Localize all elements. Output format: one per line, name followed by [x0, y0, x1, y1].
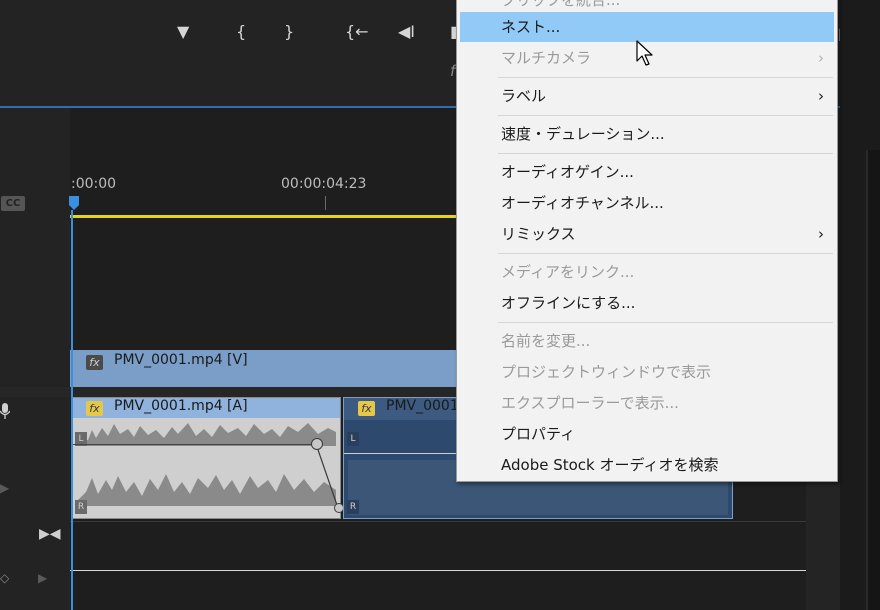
expand-arrow-icon[interactable]: ▶: [38, 571, 47, 585]
step-back-icon[interactable]: ◀I: [398, 20, 415, 44]
side-panel-inner: [866, 150, 880, 610]
channel-label: R: [75, 500, 87, 514]
playhead-line[interactable]: [71, 210, 73, 610]
ruler-timecode-mid: 00:00:04:23: [281, 176, 367, 192]
menu-item-rename: 名前を変更...: [501, 332, 591, 350]
waveform-left: [78, 423, 336, 446]
menu-separator: [498, 153, 833, 154]
audio-clip-selected[interactable]: fx PMV_0001.mp4 [A] L R: [71, 397, 341, 519]
keyframe-handle[interactable]: [311, 438, 323, 450]
fx-badge: fx: [86, 355, 103, 370]
track-divider: [70, 521, 806, 522]
menu-item-properties[interactable]: プロパティ: [460, 419, 834, 449]
video-clip[interactable]: fx PMV_0001.mp4 [V]: [70, 350, 460, 387]
mouse-cursor-icon: [636, 40, 653, 66]
marker-icon[interactable]: ▼: [177, 20, 189, 44]
keyframe-icon[interactable]: ◇: [0, 571, 9, 585]
menu-item-adobe-stock-audio[interactable]: Adobe Stock オーディオを検索: [460, 450, 834, 480]
audio-track-rubber-band: [70, 570, 806, 571]
menu-item-nest[interactable]: ネスト...: [460, 12, 834, 42]
mark-in-icon[interactable]: {: [236, 20, 246, 44]
menu-item-remix[interactable]: リミックス ›: [460, 219, 834, 249]
fx-badge: fx: [358, 401, 375, 416]
menu-separator: [498, 253, 833, 254]
submenu-arrow-icon: ›: [818, 225, 824, 243]
menu-item-audio-channels[interactable]: オーディオチャンネル...: [460, 188, 834, 218]
ruler-timecode-start: :00:00: [71, 176, 117, 192]
menu-item-reveal-in-project: プロジェクトウィンドウで表示: [501, 363, 712, 381]
ruler-tick: [325, 196, 326, 210]
submenu-arrow-icon: ›: [818, 49, 824, 67]
go-to-in-icon[interactable]: {←: [345, 20, 369, 44]
submenu-arrow-icon: ›: [818, 87, 824, 105]
mark-out-icon[interactable]: }: [284, 20, 294, 44]
video-clip-label: PMV_0001.mp4 [V]: [114, 352, 248, 368]
channel-label: R: [347, 500, 359, 514]
transition-icon[interactable]: ▶◀: [39, 526, 61, 542]
menu-item-audio-gain[interactable]: オーディオゲイン...: [460, 157, 834, 187]
microphone-icon[interactable]: [0, 402, 10, 420]
partial-label: f: [450, 62, 456, 80]
fx-badge: fx: [86, 401, 103, 416]
menu-item-make-offline[interactable]: オフラインにする...: [460, 288, 834, 318]
menu-separator: [498, 322, 833, 323]
menu-separator: [498, 115, 833, 116]
audio-clip-label: PMV_0001: [386, 398, 459, 414]
channel-label: L: [347, 432, 359, 446]
audio-clip-label: PMV_0001.mp4 [A]: [114, 398, 248, 414]
menu-item-label[interactable]: ラベル ›: [460, 81, 834, 111]
menu-separator: [498, 77, 833, 78]
captions-badge[interactable]: CC: [1, 196, 25, 211]
menu-item-reveal-in-explorer: エクスプローラーで表示...: [501, 394, 679, 412]
menu-item-link-media: メディアをリンク...: [501, 263, 635, 281]
menu-item-speed-duration[interactable]: 速度・デュレーション...: [460, 119, 834, 149]
volume-rubber-band[interactable]: [71, 444, 316, 445]
waveform-right: [78, 474, 336, 506]
work-area-bar[interactable]: [70, 215, 460, 218]
clip-context-menu: クリップを統合... ネスト... マルチカメラ › ラベル › 速度・デュレーショ…: [456, 0, 838, 482]
expand-arrow-icon[interactable]: ▶: [0, 481, 9, 495]
